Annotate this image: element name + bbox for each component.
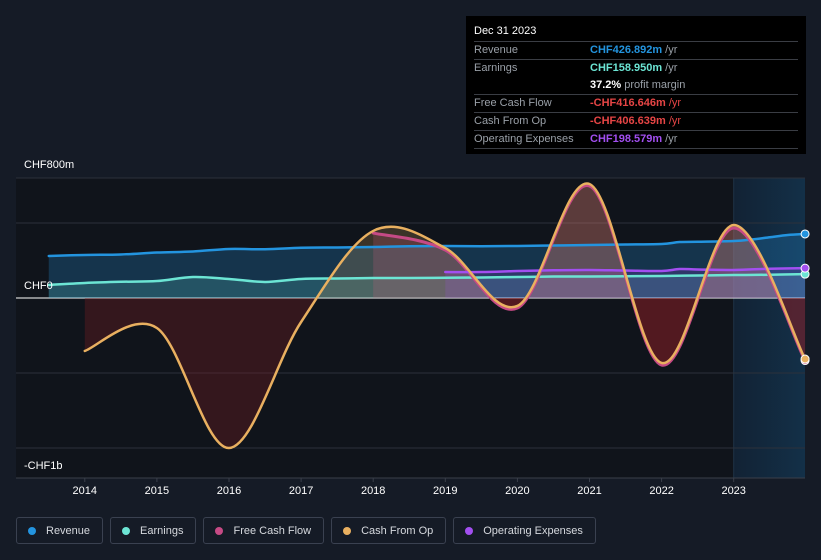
cash-from-op-end-point	[800, 354, 810, 364]
legend-dot-icon	[215, 526, 224, 535]
x-tick-label: 2014	[72, 485, 98, 497]
x-tick-label: 2017	[288, 485, 314, 497]
tooltip-unit: /yr	[668, 115, 682, 127]
x-tick-label: 2020	[505, 485, 530, 497]
tooltip-unit: /yr	[665, 62, 678, 74]
legend-item-earnings[interactable]: Earnings	[110, 517, 197, 544]
tooltip-value: CHF198.579m	[590, 133, 663, 145]
y-tick-label: CHF800m	[24, 159, 75, 171]
legend-dot-icon	[122, 526, 131, 535]
tooltip-row: Free Cash Flow -CHF416.646m/yr	[474, 95, 798, 113]
tooltip-value: CHF158.950m	[590, 62, 663, 74]
tooltip-unit: profit margin	[624, 79, 686, 91]
legend-item-free-cash-flow[interactable]: Free Cash Flow	[203, 517, 325, 544]
x-tick-label: 2015	[144, 485, 170, 497]
tooltip-date: Dec 31 2023	[474, 24, 798, 42]
tooltip-label: Revenue	[474, 44, 519, 56]
tooltip-value: -CHF416.646m	[590, 97, 666, 109]
tooltip-label: Earnings	[474, 62, 518, 74]
x-tick-label: 2022	[649, 485, 674, 497]
tooltip-row: Cash From Op -CHF406.639m/yr	[474, 113, 798, 131]
x-tick-label: 2019	[433, 485, 458, 497]
tooltip-label: Free Cash Flow	[474, 97, 552, 109]
legend-label: Operating Expenses	[483, 524, 583, 537]
tooltip-row: Operating Expenses CHF198.579m/yr	[474, 131, 798, 149]
legend-dot-icon	[465, 526, 474, 535]
tooltip-row: 37.2% profit margin	[474, 77, 798, 95]
x-tick-label: 2023	[721, 485, 746, 497]
tooltip-label: Cash From Op	[474, 115, 547, 127]
legend-label: Free Cash Flow	[233, 524, 312, 537]
legend-label: Cash From Op	[361, 524, 434, 537]
operating-expenses-end-point	[800, 263, 810, 273]
legend-dot-icon	[343, 526, 352, 535]
tooltip-value: 37.2%	[590, 79, 622, 91]
legend-item-operating-expenses[interactable]: Operating Expenses	[453, 517, 596, 544]
tooltip-unit: /yr	[665, 133, 678, 145]
x-tick-label: 2021	[577, 485, 602, 497]
tooltip-row: Earnings CHF158.950m/yr	[474, 60, 798, 77]
tooltip-unit: /yr	[665, 44, 678, 56]
legend-label: Revenue	[46, 524, 91, 537]
x-tick-label: 2018	[360, 485, 386, 497]
tooltip-value: CHF426.892m	[590, 44, 663, 56]
tooltip-label	[474, 77, 590, 94]
legend-label: Earnings	[140, 524, 184, 537]
legend-dot-icon	[28, 526, 36, 535]
legend: Revenue Earnings Free Cash Flow Cash From O…	[16, 517, 596, 544]
legend-item-cash-from-op[interactable]: Cash From Op	[331, 517, 447, 544]
revenue-end-point	[800, 229, 810, 239]
tooltip-unit: /yr	[668, 97, 682, 109]
y-tick-label: CHF0	[24, 280, 53, 292]
tooltip: Dec 31 2023 Revenue CHF426.892m/yr Earning…	[466, 16, 806, 154]
tooltip-row: Revenue CHF426.892m/yr	[474, 42, 798, 60]
tooltip-label: Operating Expenses	[474, 133, 574, 145]
y-tick-label: -CHF1b	[24, 460, 63, 472]
tooltip-value: -CHF406.639m	[590, 115, 666, 127]
legend-item-revenue[interactable]: Revenue	[16, 517, 104, 544]
x-tick-label: 2016	[216, 485, 242, 497]
